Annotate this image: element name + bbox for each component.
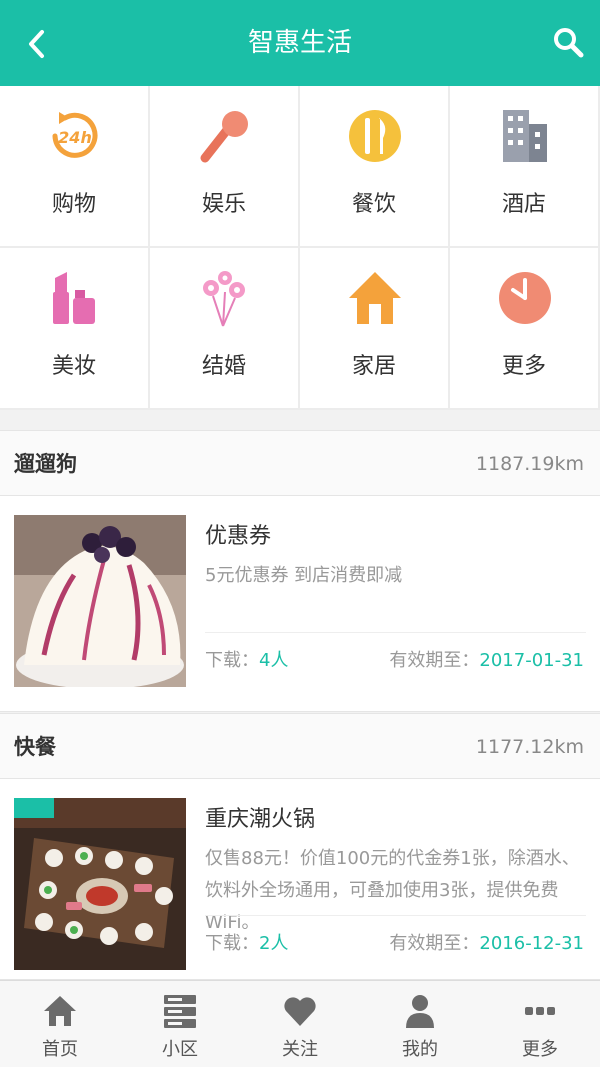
svg-text:24h: 24h (58, 128, 92, 147)
bottom-tab-bar: 首页 小区 关注 我的 更多 (0, 980, 600, 1067)
cutlery-icon (345, 106, 405, 166)
expiry-value: 2017-01-31 (479, 650, 584, 671)
page-title: 智惠生活 (247, 28, 352, 58)
clock-icon (495, 268, 555, 328)
category-dining[interactable]: 餐饮 (300, 86, 450, 248)
tab-home[interactable]: 首页 (0, 981, 120, 1067)
coupon-description: 5元优惠券 到店消费即减 (205, 565, 403, 586)
home-icon (42, 993, 78, 1029)
category-hotel[interactable]: 酒店 (450, 86, 600, 248)
download-value: 4人 (259, 650, 289, 671)
tab-more[interactable]: 更多 (480, 981, 600, 1067)
tab-label: 我的 (402, 1039, 438, 1060)
expiry-label: 有效期至： (389, 933, 480, 954)
tab-label: 首页 (42, 1039, 78, 1060)
tab-label: 小区 (162, 1039, 198, 1060)
category-label: 购物 (51, 192, 96, 217)
category-entertainment[interactable]: 娱乐 (150, 86, 300, 248)
download-count: 下载：2人 (205, 929, 288, 955)
coupon-thumbnail (14, 515, 186, 687)
shop-distance: 1187.19km (475, 453, 584, 475)
coupon-thumbnail (14, 798, 186, 970)
expiry-label: 有效期至： (389, 650, 480, 671)
more-icon (522, 993, 558, 1029)
coupon-card[interactable]: 重庆潮火锅 仅售88元！价值100元的代金券1张，除酒水、饮料外全场通用，可叠加… (0, 779, 600, 980)
shop-header[interactable]: 快餐 1177.12km (0, 713, 600, 779)
heart-icon (282, 993, 318, 1029)
download-label: 下载： (205, 650, 259, 671)
category-label: 美妆 (51, 354, 96, 379)
building-icon (495, 106, 555, 166)
category-label: 娱乐 (201, 192, 246, 217)
user-icon (402, 993, 438, 1029)
tab-community[interactable]: 小区 (120, 981, 240, 1067)
category-more[interactable]: 更多 (450, 248, 600, 410)
24h-clock-icon: 24h (45, 106, 105, 166)
shop-distance: 1177.12km (475, 736, 584, 758)
top-nav-bar: 智惠生活 (0, 0, 600, 86)
search-icon[interactable] (548, 22, 588, 62)
coupon-title: 重庆潮火锅 (205, 807, 316, 832)
divider (205, 915, 586, 916)
shop-header[interactable]: 遛遛狗 1187.19km (0, 430, 600, 496)
server-icon (162, 993, 198, 1029)
expiry-date: 有效期至：2017-01-31 (389, 646, 584, 672)
shop-name: 遛遛狗 (14, 452, 77, 476)
category-label: 结婚 (201, 354, 246, 379)
divider (205, 632, 586, 633)
microphone-icon (195, 106, 255, 166)
coupon-description: 仅售88元！价值100元的代金券1张，除酒水、饮料外全场通用，可叠加使用3张，提… (205, 848, 580, 933)
category-label: 餐饮 (351, 192, 396, 217)
category-beauty[interactable]: 美妆 (0, 248, 150, 410)
tab-label: 更多 (522, 1039, 558, 1060)
category-home[interactable]: 家居 (300, 248, 450, 410)
download-label: 下载： (205, 933, 259, 954)
tab-follow[interactable]: 关注 (240, 981, 360, 1067)
download-value: 2人 (259, 933, 289, 954)
category-label: 家居 (351, 354, 396, 379)
tab-label: 关注 (282, 1039, 318, 1060)
category-label: 酒店 (501, 192, 546, 217)
category-shopping[interactable]: 24h 购物 (0, 86, 150, 248)
tab-mine[interactable]: 我的 (360, 981, 480, 1067)
expiry-date: 有效期至：2016-12-31 (389, 929, 584, 955)
flowers-icon (195, 268, 255, 328)
lipstick-icon (45, 268, 105, 328)
house-icon (345, 268, 405, 328)
coupon-title: 优惠券 (205, 524, 272, 549)
category-grid: 24h 购物 娱乐 餐饮 酒店 美妆 结婚 家居 更多 (0, 86, 600, 410)
download-count: 下载：4人 (205, 646, 288, 672)
expiry-value: 2016-12-31 (479, 933, 584, 954)
coupon-card[interactable]: 优惠券 5元优惠券 到店消费即减 下载：4人 有效期至：2017-01-31 (0, 496, 600, 712)
category-label: 更多 (501, 354, 546, 379)
shop-name: 快餐 (14, 735, 56, 759)
category-wedding[interactable]: 结婚 (150, 248, 300, 410)
